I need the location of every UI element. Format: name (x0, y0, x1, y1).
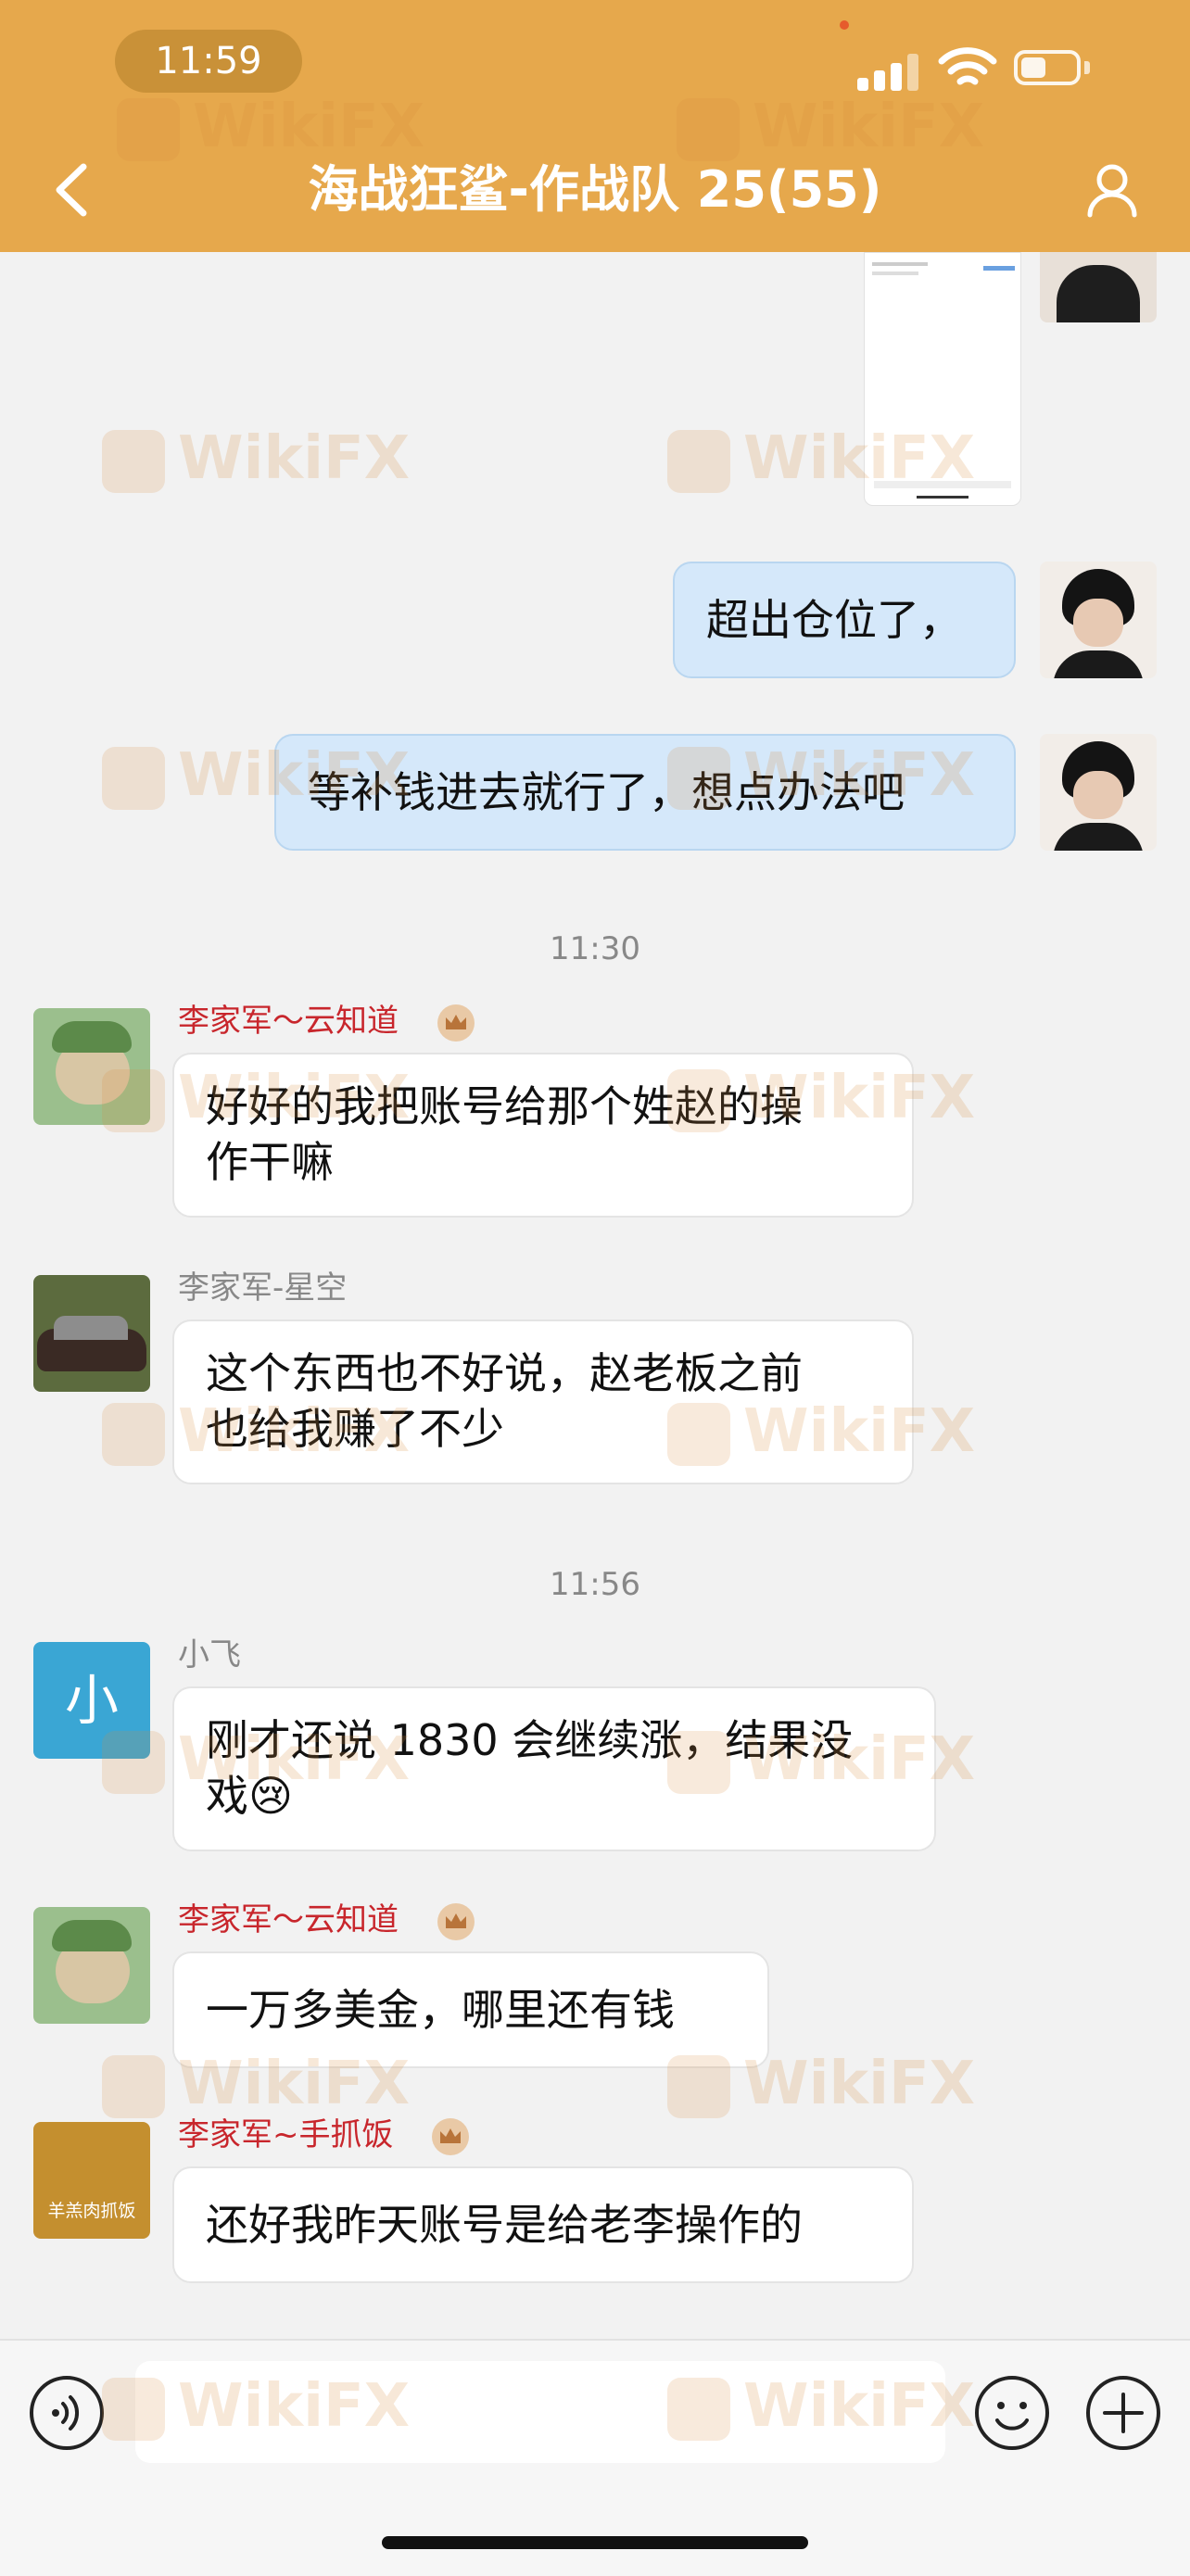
message-timestamp: 11:56 (550, 1566, 640, 1603)
sender-name: 李家军-星空 (178, 1269, 348, 1307)
sender-name: 李家军～云知道 (178, 1003, 399, 1040)
privacy-indicator-dot (840, 20, 849, 30)
watermark: WikiFX (102, 741, 410, 810)
message-timestamp: 11:30 (550, 930, 640, 967)
sender-name: 小飞 (178, 1636, 241, 1673)
watermark: WikiFX (102, 2372, 410, 2441)
avatar-self[interactable] (1040, 734, 1157, 851)
avatar-self[interactable] (1040, 252, 1157, 322)
watermark: WikiFX (667, 1725, 975, 1794)
watermark: WikiFX (102, 1397, 410, 1466)
sender-name: 李家军～云知道 (178, 1901, 399, 1938)
watermark: WikiFX (667, 1397, 975, 1466)
watermark: WikiFX (102, 1725, 410, 1794)
crown-icon (432, 2118, 469, 2155)
avatar-logo-text: 羊羔肉抓饭 (47, 2201, 136, 2221)
avatar-self[interactable] (1040, 562, 1157, 678)
plus-icon[interactable] (1084, 2374, 1162, 2452)
chat-title: 海战狂鲨-作战队 25(55) (308, 160, 882, 219)
avatar-car[interactable] (33, 1275, 150, 1392)
emoji-icon[interactable] (973, 2374, 1051, 2452)
watermark: WikiFX (667, 2050, 975, 2118)
message-bubble-outgoing[interactable]: 超出仓位了， (673, 562, 1016, 678)
battery-icon (1014, 50, 1081, 85)
watermark: WikiFX (667, 424, 975, 493)
status-time: 11:59 (115, 30, 302, 93)
message-text-line: 作干嘛 (206, 1137, 334, 1187)
avatar-cat[interactable] (33, 1907, 150, 2024)
watermark: WikiFX (102, 2050, 410, 2118)
watermark: WikiFX (117, 93, 424, 161)
cellular-signal-icon (857, 50, 922, 91)
message-bubble-incoming[interactable]: 还好我昨天账号是给老李操作的 (172, 2166, 914, 2283)
voice-icon[interactable] (28, 2374, 106, 2452)
person-icon[interactable] (1084, 158, 1140, 222)
message-list[interactable]: 超出仓位了， 等补钱进去就行了，想点办法吧 11:30 李家军～云知道 好好的我… (0, 252, 1190, 2339)
wifi-icon (938, 47, 997, 85)
watermark: WikiFX (667, 741, 975, 810)
crown-icon (437, 1903, 475, 1940)
watermark: WikiFX (102, 424, 410, 493)
crown-icon (437, 1004, 475, 1042)
message-text-line: 这个东西也不好说，赵老板之前 (206, 1348, 803, 1398)
avatar-food-logo[interactable]: 羊羔肉抓饭 (33, 2122, 150, 2239)
watermark: WikiFX (102, 1064, 410, 1132)
battery-tip (1084, 61, 1090, 74)
watermark: WikiFX (667, 2372, 975, 2441)
home-indicator[interactable] (382, 2536, 808, 2549)
sender-name: 李家军~手抓饭 (178, 2116, 394, 2153)
watermark: WikiFX (677, 93, 984, 161)
watermark: WikiFX (667, 1064, 975, 1132)
